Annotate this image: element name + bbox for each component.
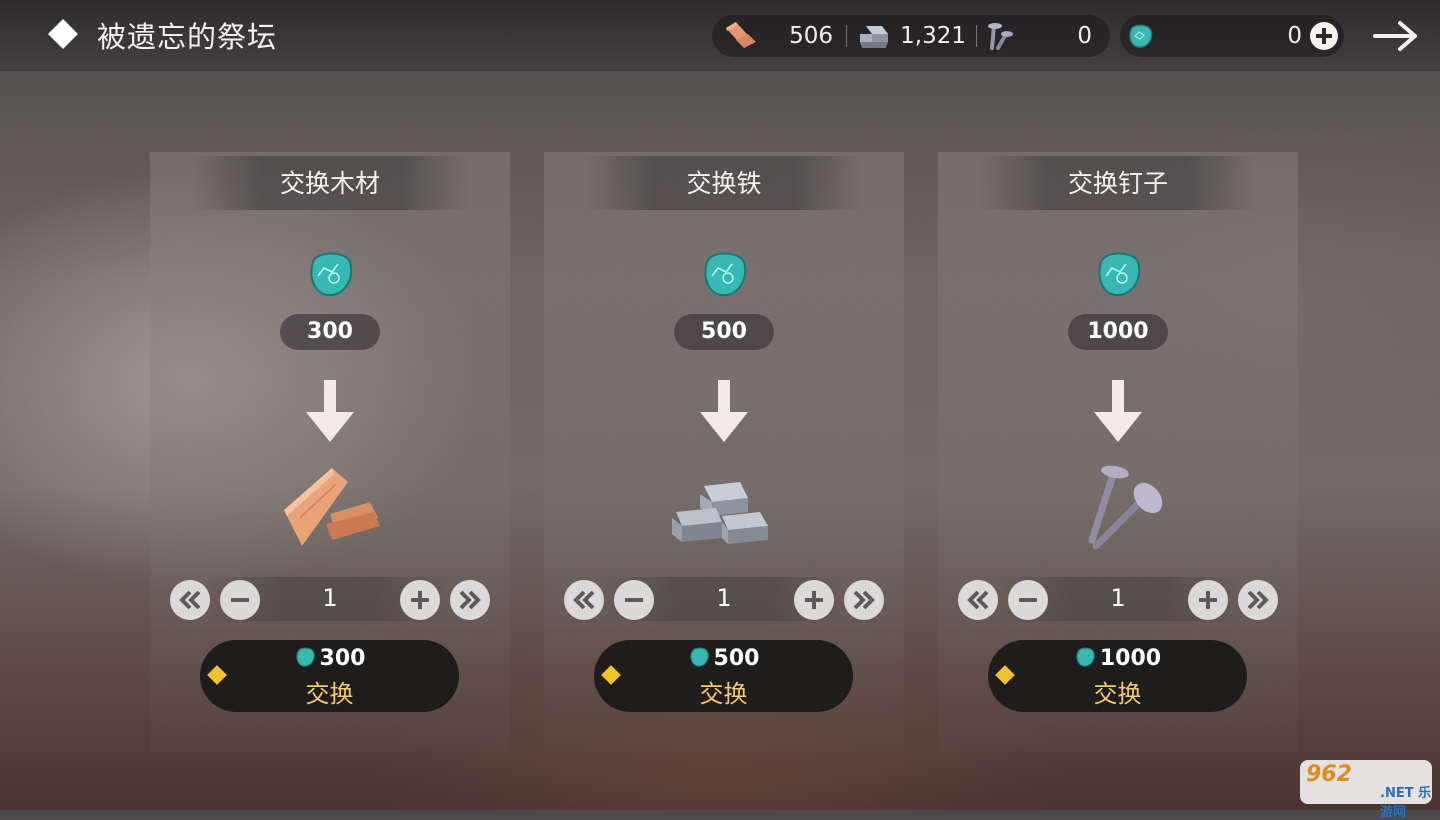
exchange-price-value: 1000 (1099, 646, 1162, 671)
minus-icon (231, 598, 249, 602)
double-chevron-right-icon (459, 590, 481, 610)
watermark-text: 962 (1306, 762, 1352, 787)
cost-pill: 1000 (1068, 314, 1168, 350)
minus-icon (625, 598, 643, 602)
nails-count: 0 (1077, 23, 1092, 49)
exchange-label: 交换 (699, 680, 748, 708)
decrease-max-button[interactable] (958, 580, 998, 620)
teal-gem-icon (689, 647, 709, 667)
panel-title: 交换铁 (686, 169, 762, 198)
page-title: 被遗忘的祭坛 (97, 20, 278, 54)
exchange-button[interactable]: 1000 交换 (988, 640, 1247, 712)
increase-button[interactable] (1188, 580, 1228, 620)
double-chevron-left-icon (967, 590, 989, 610)
exchange-button[interactable]: 500 交换 (594, 640, 853, 712)
exchange-price: 1000 (988, 646, 1247, 671)
exchange-panel-nails: 交换钉子 1000 1 1000 交换 (938, 152, 1298, 752)
increase-max-button[interactable] (450, 580, 490, 620)
wood-count: 506 (789, 23, 833, 49)
plus-icon (1199, 591, 1217, 609)
decrease-button[interactable] (1008, 580, 1048, 620)
teal-gem-icon (1098, 252, 1141, 297)
quantity-value: 1 (322, 584, 338, 612)
cost-pill: 300 (280, 314, 380, 350)
increase-button[interactable] (400, 580, 440, 620)
wood-planks-icon (284, 468, 380, 546)
exchange-panel-wood: 交换木材 300 1 300 交换 (150, 152, 510, 752)
divider (976, 25, 977, 47)
panel-title: 交换木材 (279, 169, 380, 198)
plus-icon (411, 591, 429, 609)
increase-max-button[interactable] (844, 580, 884, 620)
teal-gem-icon (704, 252, 747, 297)
double-chevron-right-icon (1247, 590, 1269, 610)
nails-icon (988, 23, 1013, 50)
watermark-logo: 962 .NET 乐游网 (1300, 760, 1432, 820)
decrease-button[interactable] (614, 580, 654, 620)
plus-icon (1316, 28, 1332, 44)
add-gem-button[interactable] (1310, 22, 1338, 50)
decrease-max-button[interactable] (564, 580, 604, 620)
exchange-panel-iron: 交换铁 500 1 500 交换 (544, 152, 904, 752)
exchange-button[interactable]: 300 交换 (200, 640, 459, 712)
cost-pill: 500 (674, 314, 774, 350)
exchange-label: 交换 (1093, 680, 1142, 708)
divider (846, 25, 847, 47)
exchange-price-value: 500 (713, 646, 760, 671)
teal-gem-icon (1076, 647, 1095, 667)
quantity-value: 1 (1110, 584, 1126, 612)
increase-max-button[interactable] (1238, 580, 1278, 620)
arrow-down-icon (700, 380, 748, 442)
iron-ingot-icon (860, 26, 888, 48)
decrease-button[interactable] (220, 580, 260, 620)
arrow-down-icon (306, 380, 354, 442)
diamond-icon (48, 19, 78, 49)
minus-icon (1019, 598, 1037, 602)
double-chevron-left-icon (179, 590, 201, 610)
exchange-price: 500 (594, 646, 853, 671)
arrow-right-icon[interactable] (1372, 18, 1420, 54)
gem-count: 0 (1287, 23, 1302, 49)
iron-count: 1,321 (900, 23, 966, 49)
double-chevron-left-icon (573, 590, 595, 610)
teal-gem-icon (310, 252, 353, 297)
quantity-value: 1 (716, 584, 732, 612)
iron-ingot-icon (672, 482, 768, 544)
exchange-price-value: 300 (319, 646, 366, 671)
wood-planks-icon (726, 22, 756, 48)
exchange-label: 交换 (305, 680, 354, 708)
double-chevron-right-icon (853, 590, 875, 610)
arrow-down-icon (1094, 380, 1142, 442)
plus-icon (805, 591, 823, 609)
panel-title: 交换钉子 (1067, 169, 1168, 198)
watermark-subtext: .NET 乐游网 (1380, 786, 1432, 820)
nails-icon (1088, 465, 1163, 550)
teal-gem-icon (1129, 24, 1153, 48)
decrease-max-button[interactable] (170, 580, 210, 620)
teal-gem-icon (295, 647, 315, 667)
increase-button[interactable] (794, 580, 834, 620)
exchange-price: 300 (200, 646, 459, 671)
